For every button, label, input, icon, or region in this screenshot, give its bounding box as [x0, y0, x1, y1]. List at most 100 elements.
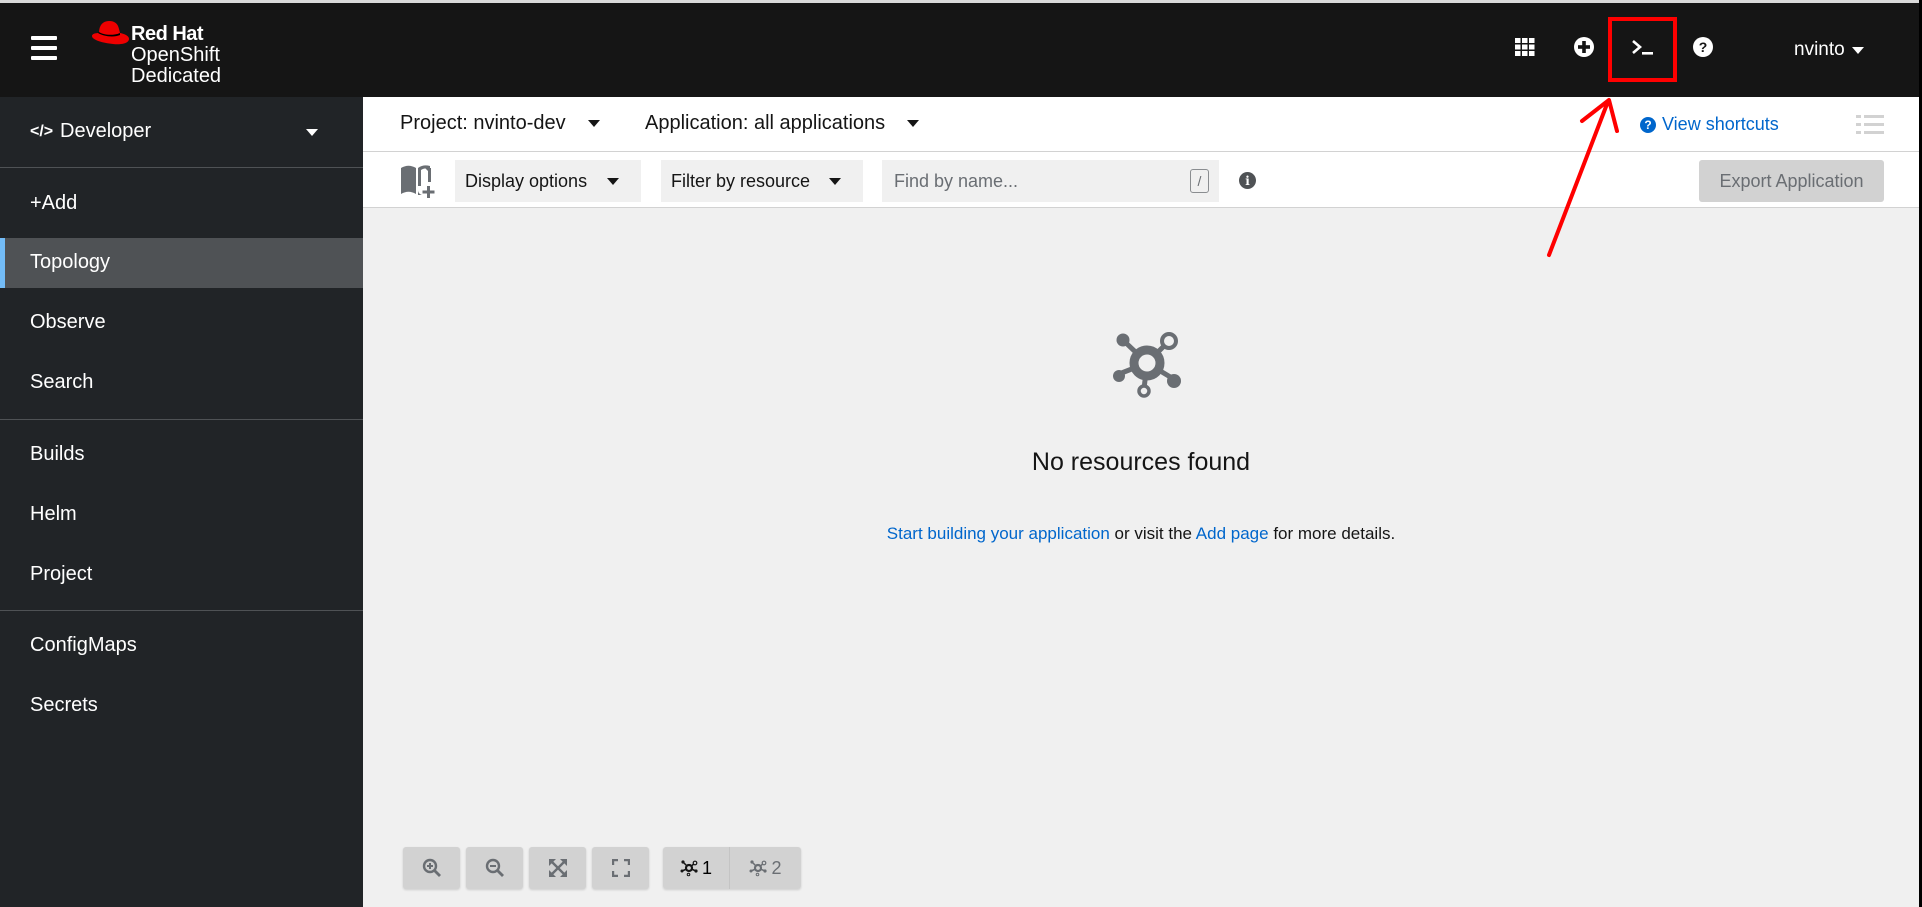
zoom-out-button[interactable] — [466, 847, 523, 889]
empty-state-text: or visit the — [1109, 524, 1196, 543]
username: nvinto — [1794, 39, 1845, 60]
layout-1-button[interactable]: 1 — [663, 847, 729, 889]
nav-label: Builds — [30, 443, 85, 465]
nav-item-helm[interactable]: Helm — [0, 490, 363, 540]
list-view-line — [1856, 131, 1861, 134]
list-view-toggle[interactable] — [1856, 114, 1884, 136]
application-label: Application: all applications — [645, 112, 886, 134]
empty-state-text: for more details. — [1268, 524, 1396, 543]
export-application-button[interactable]: Export Application — [1699, 160, 1884, 202]
find-by-name-field: / — [882, 160, 1219, 202]
sidebar: </> Developer +Add Topology Observe Sear… — [0, 97, 363, 907]
nav-toggle-button[interactable] — [31, 36, 57, 64]
list-view-line — [1856, 123, 1861, 126]
nav-divider — [0, 167, 363, 168]
project-label: Project: nvinto-dev — [400, 112, 566, 134]
nav-item-topology[interactable]: Topology — [0, 238, 363, 288]
svg-text:?: ? — [1699, 39, 1708, 55]
keyboard-shortcut-hint: / — [1190, 169, 1209, 193]
caret-down-icon — [607, 178, 619, 185]
add-page-link[interactable]: Add page — [1196, 524, 1269, 543]
zoom-in-button[interactable] — [403, 847, 460, 889]
view-shortcuts-label: View shortcuts — [1662, 114, 1779, 134]
nav-label: Project — [30, 563, 93, 585]
red-hat-icon — [92, 21, 129, 45]
nav-item-observe[interactable]: Observe — [0, 298, 363, 348]
main-content: Project: nvinto-dev Application: all app… — [363, 97, 1919, 907]
book-plus-icon — [401, 165, 435, 198]
filter-by-resource-label: Filter by resource — [671, 170, 811, 191]
find-by-name-input[interactable] — [882, 170, 1172, 192]
layout-2-label: 2 — [771, 857, 782, 878]
hamburger-icon — [31, 36, 57, 40]
info-icon[interactable]: i — [1239, 172, 1256, 189]
view-shortcuts-link[interactable]: ? View shortcuts — [1640, 114, 1779, 135]
nav-item-builds[interactable]: Builds — [0, 430, 363, 480]
hamburger-line — [31, 46, 57, 50]
masthead: Red Hat OpenShift Dedicated ? nvinto — [0, 3, 1922, 97]
help-icon: ? — [1693, 37, 1713, 57]
topology-toolbar: Display options Filter by resource / i E… — [363, 152, 1919, 208]
nav-label: Secrets — [30, 694, 98, 716]
nav-divider — [0, 419, 363, 420]
perspective-switcher[interactable]: </> Developer — [0, 97, 363, 167]
topology-icon — [1113, 332, 1181, 398]
layout-1-label: 1 — [701, 857, 712, 878]
code-icon: </> — [30, 123, 54, 140]
project-selector[interactable]: Project: nvinto-dev — [400, 112, 600, 135]
caret-down-icon — [907, 120, 920, 127]
fit-to-screen-button[interactable] — [529, 847, 586, 889]
app-launcher-button[interactable] — [1510, 32, 1540, 62]
cloud-shell-button[interactable] — [1628, 32, 1658, 62]
zoom-out-icon — [485, 858, 504, 877]
nav-item-add[interactable]: +Add — [0, 179, 363, 229]
quick-search-button[interactable] — [399, 162, 437, 200]
empty-state-body: Start building your application or visit… — [363, 524, 1919, 544]
context-bar: Project: nvinto-dev Application: all app… — [363, 97, 1919, 152]
perspective-label: Developer — [60, 120, 152, 142]
list-view-icon — [1856, 115, 1861, 118]
layout-toggle-group: 1 2 — [663, 847, 801, 889]
caret-down-icon — [1851, 46, 1864, 54]
help-button[interactable]: ? — [1688, 32, 1718, 62]
user-menu-toggle[interactable]: nvinto — [1794, 39, 1864, 61]
nav-item-secrets[interactable]: Secrets — [0, 681, 363, 731]
reset-view-button[interactable] — [592, 847, 649, 889]
terminal-icon — [1632, 40, 1653, 55]
empty-state-title: No resources found — [1031, 448, 1251, 476]
empty-state: No resources found Start building your a… — [363, 208, 1919, 708]
app-launcher-icon — [1515, 38, 1535, 56]
nav-label: ConfigMaps — [30, 634, 137, 656]
topology-layout-icon — [680, 860, 698, 877]
start-building-link[interactable]: Start building your application — [887, 524, 1110, 543]
layout-2-button[interactable]: 2 — [729, 847, 801, 889]
nav-label: Topology — [30, 251, 111, 273]
list-view-line — [1864, 115, 1884, 118]
plus-circle-icon — [1574, 37, 1594, 57]
topology-layout-icon — [749, 860, 768, 877]
list-view-line — [1864, 131, 1884, 134]
expand-corners-icon — [611, 859, 630, 877]
product-logo[interactable]: Red Hat OpenShift Dedicated — [89, 19, 239, 87]
nav-item-configmaps[interactable]: ConfigMaps — [0, 621, 363, 671]
logo-product: OpenShift — [131, 44, 220, 66]
nav-item-search[interactable]: Search — [0, 358, 363, 408]
nav-label: Observe — [30, 311, 106, 333]
hamburger-line — [31, 56, 57, 60]
logo-edition: Dedicated — [131, 65, 222, 87]
display-options-dropdown[interactable]: Display options — [455, 160, 641, 202]
logo-text: Red Hat OpenShift Dedicated — [131, 24, 221, 87]
caret-down-icon — [829, 178, 841, 185]
topology-control-bar: 1 2 — [403, 847, 801, 889]
import-add-button[interactable] — [1569, 32, 1599, 62]
list-view-line — [1864, 123, 1884, 126]
nav-label: Search — [30, 371, 94, 393]
application-selector[interactable]: Application: all applications — [645, 112, 920, 135]
openshift-console: Red Hat OpenShift Dedicated ? nvinto </>… — [0, 0, 1922, 907]
filter-by-resource-dropdown[interactable]: Filter by resource — [661, 160, 863, 202]
nav-item-project[interactable]: Project — [0, 550, 363, 600]
zoom-in-icon — [422, 858, 441, 877]
logo-brand: Red Hat — [131, 23, 204, 45]
caret-down-icon — [587, 120, 600, 127]
nav-divider — [0, 610, 363, 611]
